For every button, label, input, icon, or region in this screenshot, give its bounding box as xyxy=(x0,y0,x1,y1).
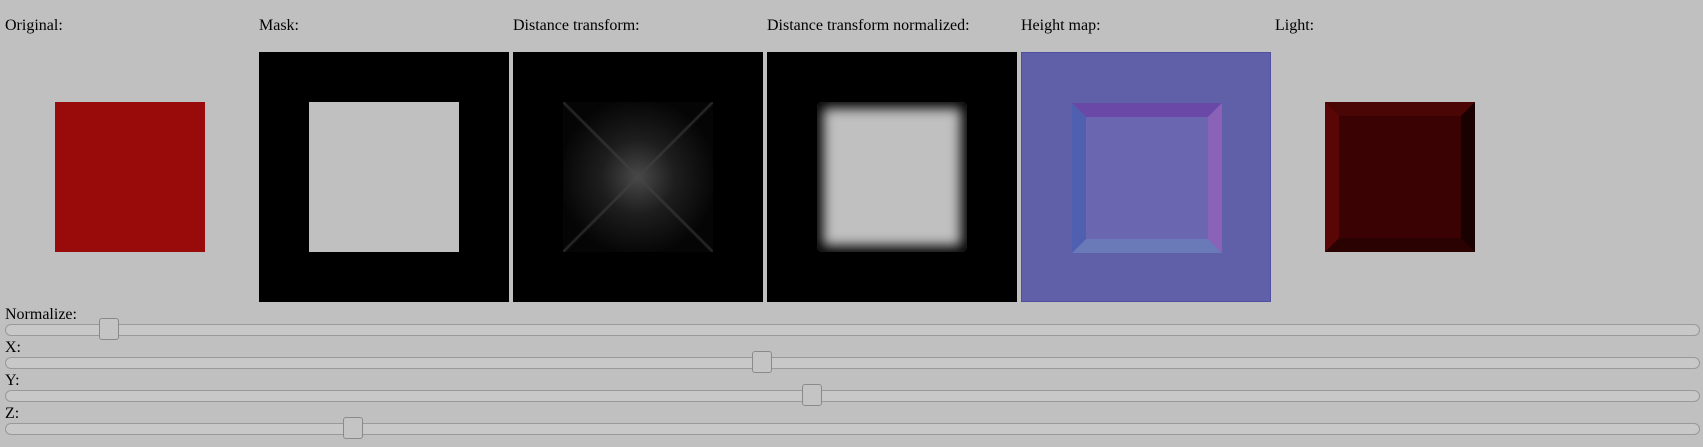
height-map-top-bevel xyxy=(1072,103,1222,117)
y-slider-thumb[interactable] xyxy=(802,384,822,406)
height-map-square xyxy=(1072,103,1222,253)
light-label: Light: xyxy=(1275,17,1315,34)
mask-square xyxy=(309,102,459,252)
z-slider-track[interactable] xyxy=(5,423,1700,435)
light-bottom-bevel xyxy=(1325,238,1475,252)
y-label: Y: xyxy=(5,372,20,389)
light-top-bevel xyxy=(1325,102,1475,116)
distance-transform-canvas xyxy=(513,52,763,302)
distance-transform-normalized-canvas xyxy=(767,52,1017,302)
original-label: Original: xyxy=(5,17,63,34)
height-map-bottom-bevel xyxy=(1072,239,1222,253)
z-slider-thumb[interactable] xyxy=(343,417,363,439)
distance-transform-normalized-square xyxy=(817,102,967,252)
light-right-bevel xyxy=(1461,102,1475,252)
light-canvas xyxy=(1275,52,1525,302)
x-slider-thumb[interactable] xyxy=(752,351,772,373)
height-map-right-bevel xyxy=(1208,103,1222,253)
original-red-square xyxy=(55,102,205,252)
distance-transform-square xyxy=(563,102,713,252)
z-label: Z: xyxy=(5,405,20,422)
mask-label: Mask: xyxy=(259,17,299,34)
height-map-label: Height map: xyxy=(1021,17,1101,34)
mask-canvas xyxy=(259,52,509,302)
original-canvas xyxy=(5,52,255,302)
distance-transform-normalized-label: Distance transform normalized: xyxy=(767,17,970,34)
height-map-left-bevel xyxy=(1072,103,1086,253)
light-square xyxy=(1325,102,1475,252)
y-slider-track[interactable] xyxy=(5,390,1700,402)
distance-transform-label: Distance transform: xyxy=(513,17,640,34)
normalize-label: Normalize: xyxy=(5,306,77,323)
light-left-bevel xyxy=(1325,102,1339,252)
x-label: X: xyxy=(5,339,21,356)
height-map-canvas xyxy=(1021,52,1271,302)
normalize-slider-thumb[interactable] xyxy=(99,318,119,340)
x-slider-track[interactable] xyxy=(5,357,1700,369)
normalize-slider-track[interactable] xyxy=(5,324,1700,336)
